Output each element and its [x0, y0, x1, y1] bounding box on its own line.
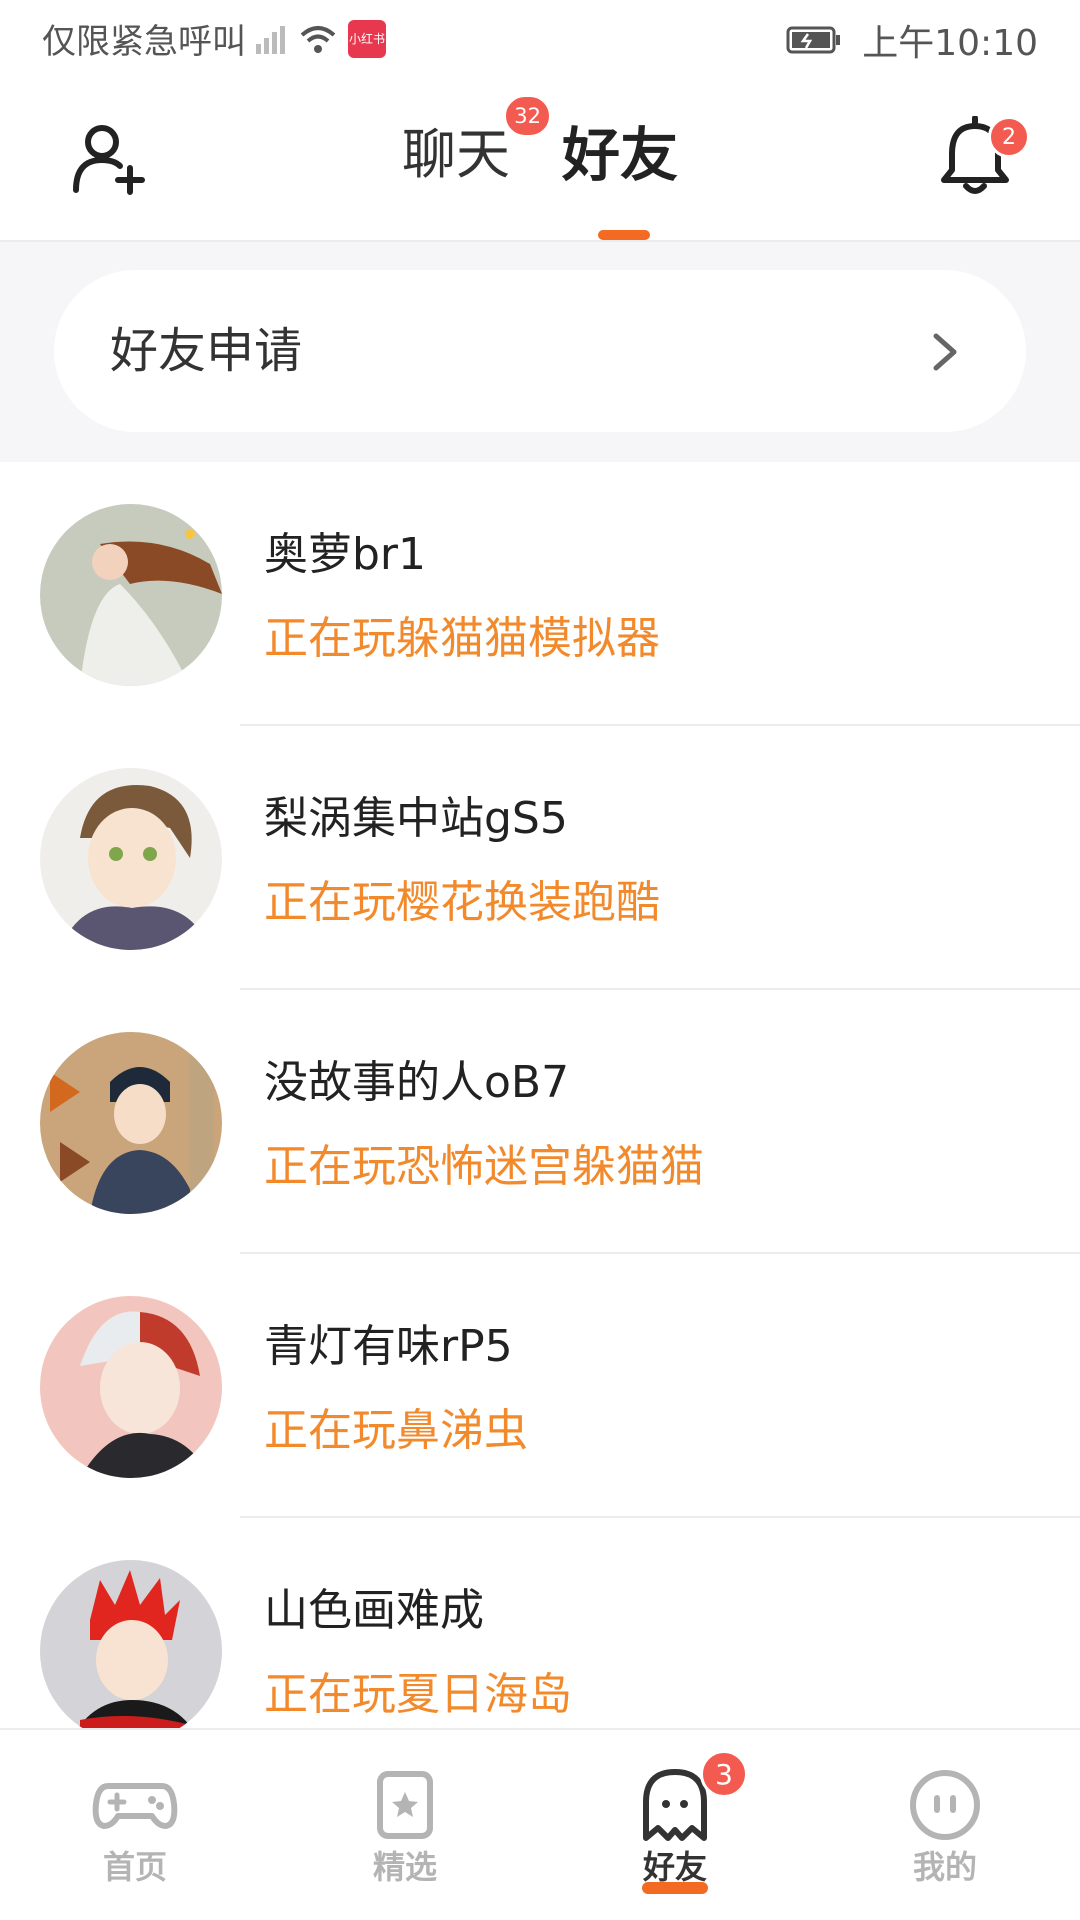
wifi-icon — [300, 25, 336, 53]
nav-featured[interactable]: 精选 — [270, 1730, 540, 1920]
battery-icon — [786, 26, 841, 54]
friend-name: 山色画难成 — [264, 1585, 484, 1636]
friend-name: 梨涡集中站gS5 — [264, 793, 568, 844]
nav-me-label: 我的 — [912, 1848, 977, 1886]
star-card-icon — [377, 1771, 433, 1839]
xiaohongshu-app-icon: 小红书 — [348, 19, 386, 58]
face-icon — [910, 1770, 980, 1840]
friend-avatar[interactable] — [40, 1296, 222, 1478]
chevron-right-icon — [933, 333, 957, 371]
friend-playing-status[interactable]: 正在玩樱花换装跑酷 — [264, 876, 660, 930]
friend-request-button[interactable]: 好友申请 — [54, 270, 1026, 432]
app-icon-label: 小红书 — [348, 31, 385, 46]
status-bar: 仅限紧急呼叫 小红书 上午10:10 — [0, 0, 1080, 76]
friend-request-section: 好友申请 — [0, 242, 1080, 462]
friend-avatar[interactable] — [40, 504, 222, 686]
friend-avatar[interactable] — [40, 1032, 222, 1214]
friend-list-item[interactable]: 没故事的人oB7 正在玩恐怖迷宫躲猫猫 — [0, 990, 1080, 1254]
gamepad-icon — [92, 1783, 178, 1829]
friend-avatar[interactable] — [40, 768, 222, 950]
friend-playing-status[interactable]: 正在玩恐怖迷宫躲猫猫 — [264, 1140, 704, 1194]
status-time: 上午10:10 — [862, 23, 1038, 64]
friends-nav-badge: 3 — [700, 1750, 748, 1798]
nav-friends-label: 好友 — [642, 1848, 707, 1886]
friend-name: 奥萝br1 — [264, 529, 427, 580]
friend-playing-status[interactable]: 正在玩鼻涕虫 — [264, 1404, 528, 1458]
tab-friends[interactable]: 好友 — [536, 124, 704, 186]
nav-friends[interactable]: 3 好友 — [540, 1730, 810, 1920]
friend-playing-status[interactable]: 正在玩夏日海岛 — [264, 1668, 572, 1722]
friend-list-item[interactable]: 奥萝br1 正在玩躲猫猫模拟器 — [0, 462, 1080, 726]
friend-list: 奥萝br1 正在玩躲猫猫模拟器 梨涡集中站gS5 正在玩樱花换装跑酷 没故事的人… — [0, 462, 1080, 1782]
friend-request-label: 好友申请 — [110, 323, 303, 379]
friend-name: 没故事的人oB7 — [264, 1057, 570, 1108]
friend-name: 青灯有味rP5 — [264, 1321, 513, 1372]
header-tabs: 聊天 32 好友 — [0, 94, 1080, 186]
notification-badge: 2 — [988, 116, 1030, 158]
carrier-text: 仅限紧急呼叫 — [42, 22, 246, 62]
friend-list-item[interactable]: 青灯有味rP5 正在玩鼻涕虫 — [0, 1254, 1080, 1518]
tab-chat[interactable]: 聊天 32 — [376, 94, 552, 186]
nav-home[interactable]: 首页 — [0, 1730, 270, 1920]
active-tab-indicator — [598, 230, 650, 240]
nav-home-label: 首页 — [102, 1848, 167, 1886]
signal-icon — [256, 25, 285, 54]
friend-avatar[interactable] — [40, 1560, 222, 1742]
friend-playing-status[interactable]: 正在玩躲猫猫模拟器 — [264, 612, 660, 666]
nav-me[interactable]: 我的 — [810, 1730, 1080, 1920]
bottom-nav: 首页 精选 3 好友 我的 — [0, 1728, 1080, 1920]
top-header: 聊天 32 好友 2 — [0, 76, 1080, 242]
tab-friends-label: 好友 — [561, 121, 678, 189]
status-left: 仅限紧急呼叫 小红书 — [42, 14, 386, 63]
status-right: 上午10:10 — [786, 14, 1038, 66]
tab-chat-label: 聊天 — [401, 123, 510, 186]
nav-featured-label: 精选 — [372, 1848, 437, 1886]
friend-list-item[interactable]: 梨涡集中站gS5 正在玩樱花换装跑酷 — [0, 726, 1080, 990]
